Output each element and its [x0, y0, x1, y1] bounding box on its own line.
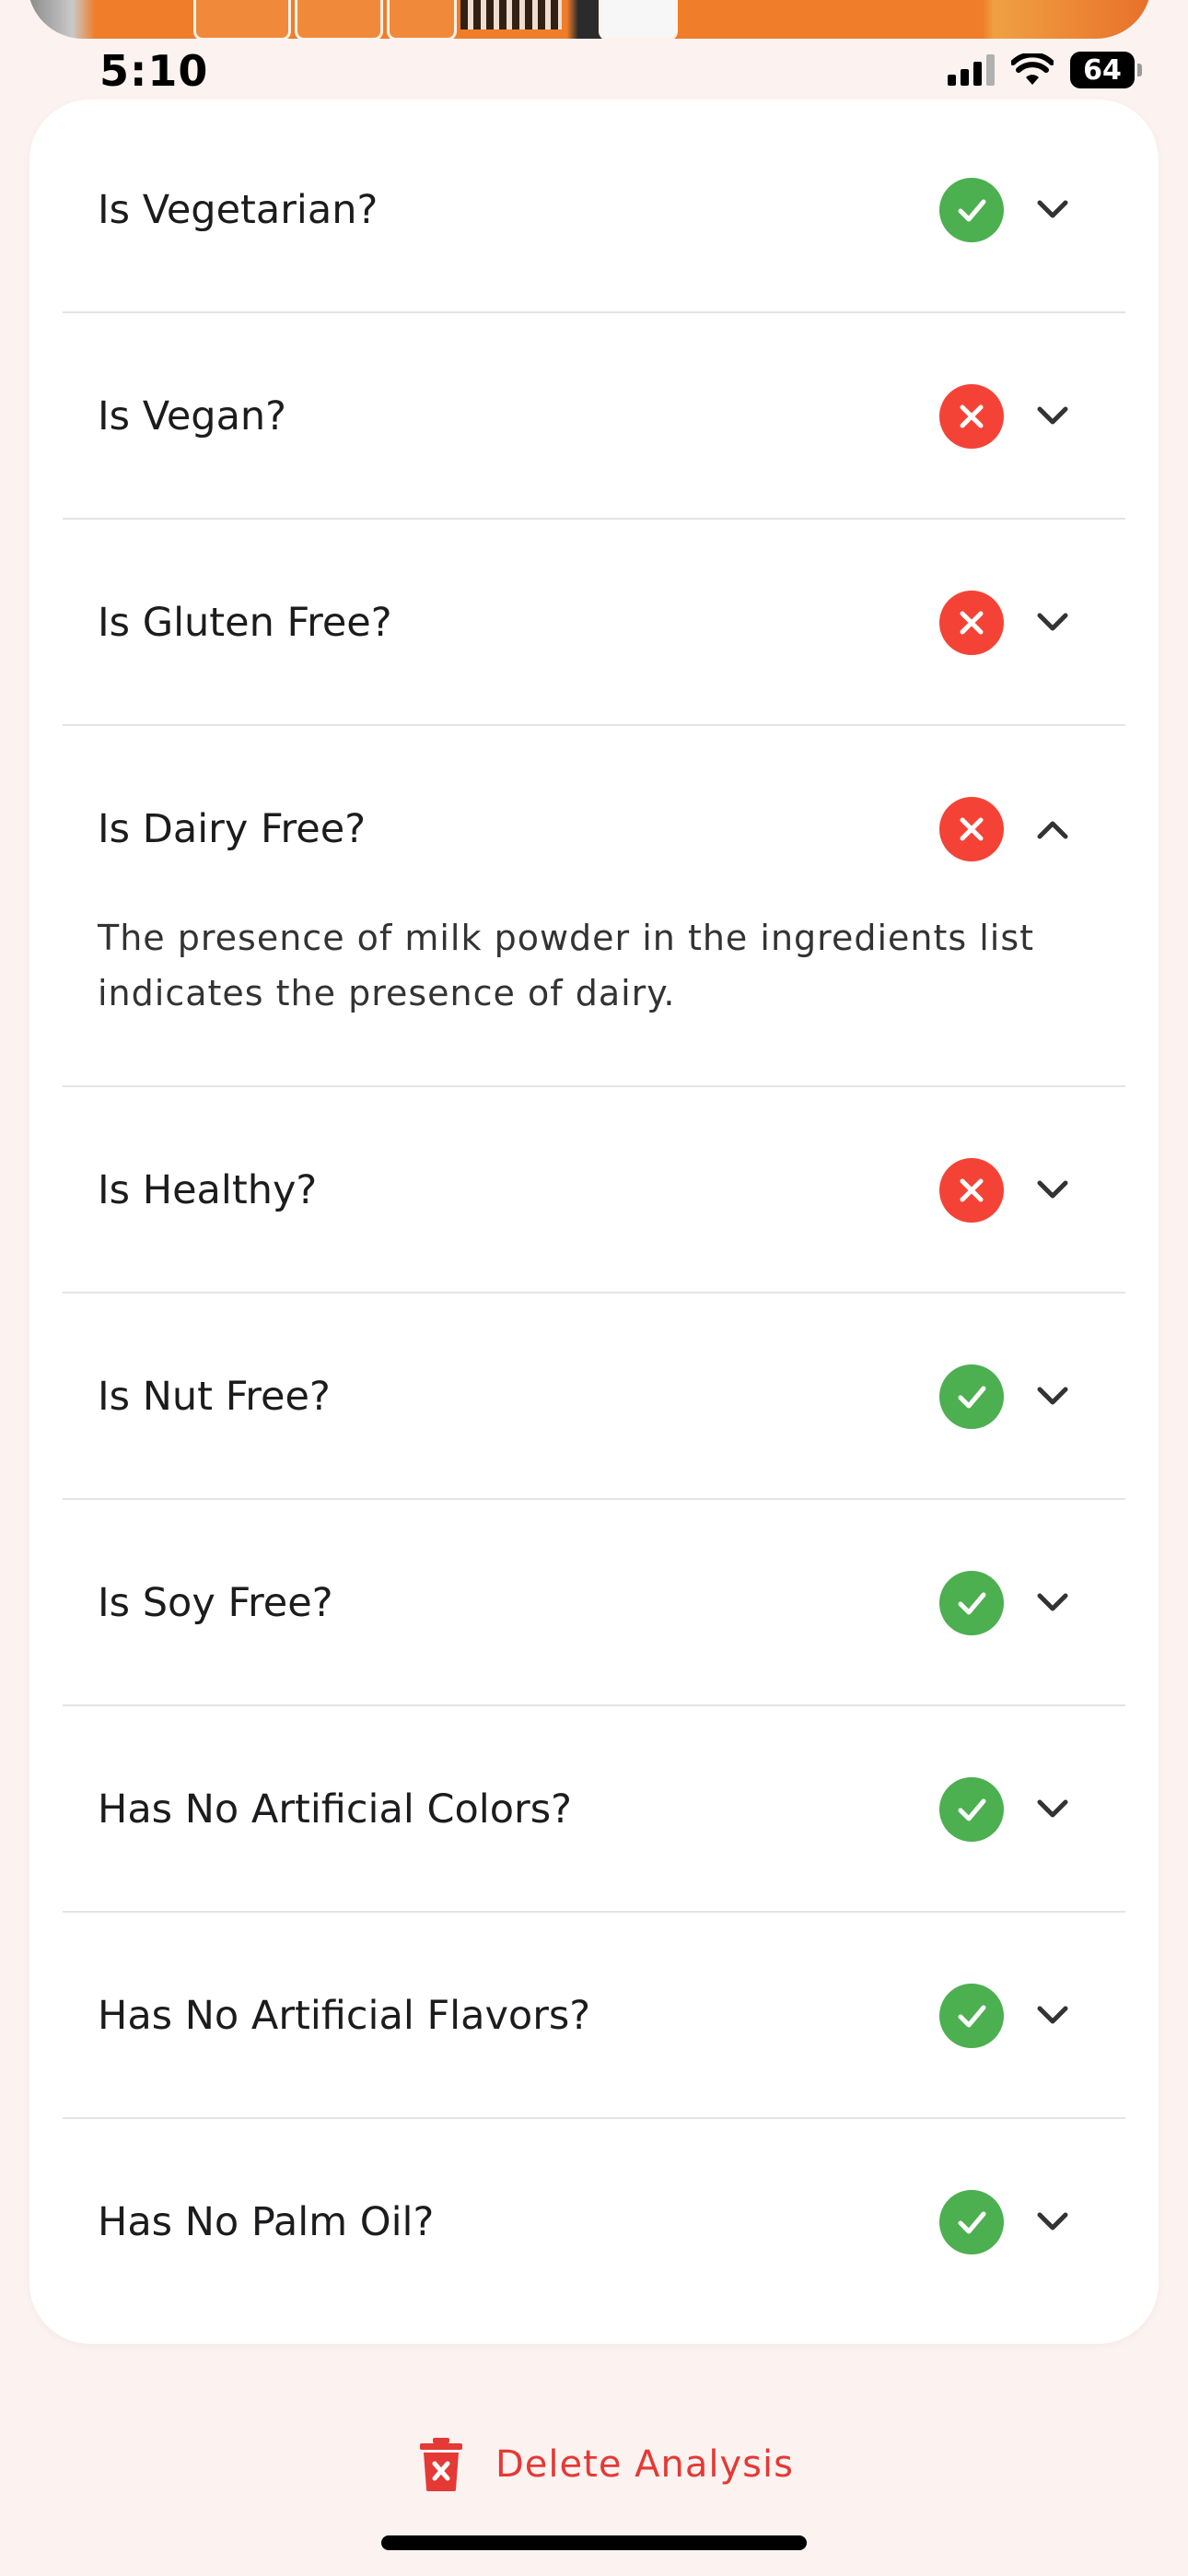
check-row[interactable]: Is Nut Free? [63, 1294, 1125, 1500]
status-time: 5:10 [99, 46, 209, 96]
check-label: Is Gluten Free? [98, 600, 392, 646]
wifi-icon [1011, 53, 1054, 85]
check-row[interactable]: Has No Palm Oil? [63, 2119, 1125, 2324]
check-label: Is Vegan? [98, 393, 287, 439]
qr-code [460, 0, 562, 29]
check-row[interactable]: Has No Artificial Colors? [63, 1706, 1125, 1913]
chevron-down-icon[interactable] [1031, 189, 1074, 231]
chevron-down-icon[interactable] [1031, 1582, 1074, 1624]
check-icon [939, 178, 1004, 242]
nutrition-box [295, 0, 383, 39]
x-icon [939, 797, 1004, 861]
check-row[interactable]: Is Gluten Free? [63, 520, 1125, 726]
chevron-up-icon[interactable] [1031, 808, 1074, 850]
check-row-header[interactable]: Has No Artificial Colors? [63, 1706, 1125, 1913]
home-indicator [381, 2535, 807, 2550]
label-box [599, 0, 678, 39]
battery-level: 64 [1083, 53, 1122, 87]
check-row-header[interactable]: Is Gluten Free? [63, 520, 1125, 726]
check-icon [939, 1364, 1004, 1429]
check-icon [939, 1777, 1004, 1842]
check-icon [939, 2190, 1004, 2254]
product-photo [28, 0, 1151, 39]
x-icon [939, 384, 1004, 449]
chevron-down-icon[interactable] [1031, 1788, 1074, 1831]
nutrition-box [387, 0, 457, 39]
chevron-down-icon[interactable] [1031, 602, 1074, 644]
check-icon [939, 1571, 1004, 1635]
chevron-down-icon[interactable] [1031, 395, 1074, 438]
nutrition-box [193, 0, 291, 39]
check-row-header[interactable]: Is Vegan? [63, 313, 1125, 520]
check-label: Is Vegetarian? [98, 187, 379, 233]
check-row[interactable]: Is Healthy? [63, 1087, 1125, 1294]
check-row-header[interactable]: Has No Palm Oil? [63, 2119, 1125, 2325]
x-icon [939, 1158, 1004, 1223]
delete-analysis-button[interactable]: Delete Analysis [420, 2432, 794, 2497]
check-label: Has No Artificial Flavors? [98, 1993, 591, 2039]
chevron-down-icon[interactable] [1031, 1169, 1074, 1212]
check-row[interactable]: Is Vegan? [63, 313, 1125, 520]
check-row[interactable]: Is Vegetarian? [63, 107, 1125, 313]
analysis-card: Is Vegetarian? Is Vegan? Is Gluten Free? Is… [29, 100, 1159, 2344]
check-row-header[interactable]: Is Soy Free? [63, 1500, 1125, 1706]
check-explanation: The presence of milk powder in the ingre… [98, 918, 1035, 1013]
check-row-header[interactable]: Is Nut Free? [63, 1294, 1125, 1500]
check-row-header[interactable]: Is Dairy Free? [63, 726, 1125, 932]
check-row-header[interactable]: Has No Artificial Flavors? [63, 1913, 1125, 2119]
status-icons: 64 [948, 52, 1142, 88]
chevron-down-icon[interactable] [1031, 1995, 1074, 2037]
cellular-signal-icon [948, 54, 995, 86]
check-label: Has No Palm Oil? [98, 2199, 435, 2245]
check-label: Has No Artificial Colors? [98, 1786, 572, 1832]
check-row[interactable]: Is Dairy Free? The presence of milk powde… [63, 726, 1125, 1087]
check-row[interactable]: Has No Artificial Flavors? [63, 1913, 1125, 2119]
check-row[interactable]: Is Soy Free? [63, 1500, 1125, 1706]
check-row-header[interactable]: Is Vegetarian? [63, 107, 1125, 313]
check-label: Is Dairy Free? [98, 806, 367, 852]
check-icon [939, 1984, 1004, 2048]
check-label: Is Healthy? [98, 1167, 318, 1213]
x-icon [939, 591, 1004, 655]
check-label: Is Nut Free? [98, 1374, 331, 1420]
chevron-down-icon[interactable] [1031, 1376, 1074, 1418]
check-row-header[interactable]: Is Healthy? [63, 1087, 1125, 1294]
battery-icon: 64 [1070, 52, 1142, 88]
chevron-down-icon[interactable] [1031, 2201, 1074, 2243]
check-label: Is Soy Free? [98, 1580, 333, 1626]
delete-analysis-label: Delete Analysis [495, 2443, 794, 2486]
trash-x-icon [420, 2438, 462, 2491]
